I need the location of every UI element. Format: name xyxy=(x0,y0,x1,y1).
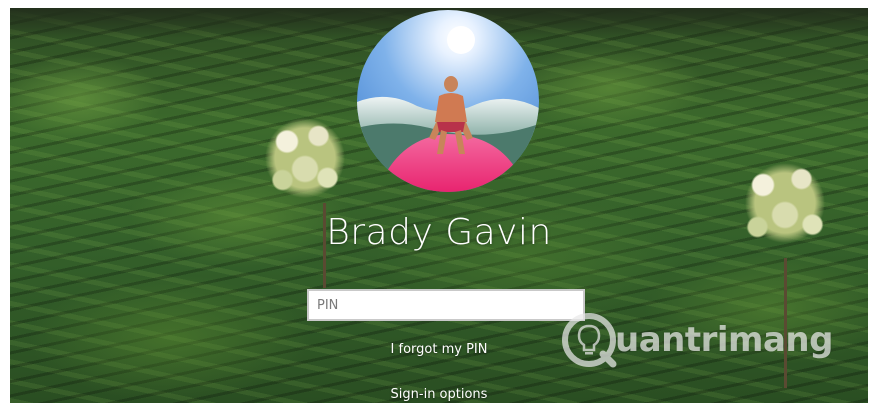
user-name: Brady Gavin xyxy=(326,212,552,253)
watermark-text: uantrimang xyxy=(615,320,833,360)
lightbulb-q-icon xyxy=(562,313,617,368)
user-avatar xyxy=(357,10,539,192)
background-tree-left xyxy=(260,103,350,293)
sign-in-options-link[interactable]: Sign-in options xyxy=(10,387,868,402)
watermark: uantrimang xyxy=(559,305,833,375)
pin-input[interactable] xyxy=(307,289,585,321)
lock-screen-background: Brady Gavin I forgot my PIN uantrimang S… xyxy=(10,8,868,403)
